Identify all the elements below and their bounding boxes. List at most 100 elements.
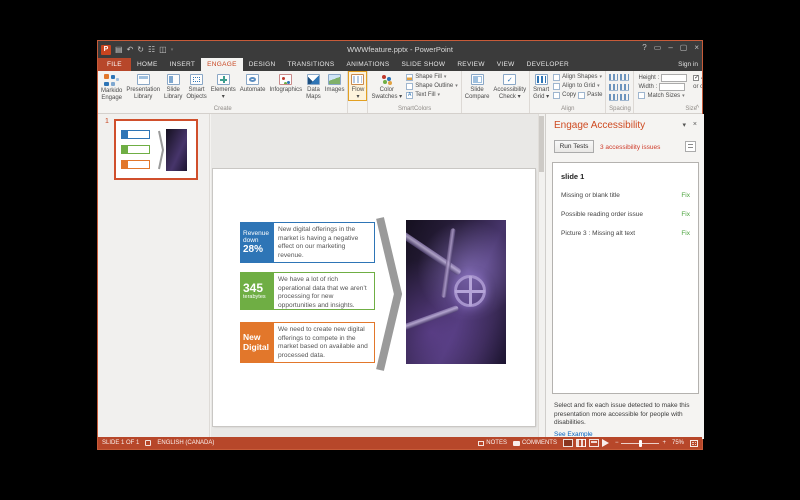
- slide-editing-area[interactable]: Revenue down 28% New digital offerings i…: [211, 114, 545, 439]
- slide-shape-revenue[interactable]: Revenue down 28% New digital offerings i…: [240, 222, 375, 263]
- aspect-ratio-checkbox[interactable]: ✓: [693, 75, 699, 81]
- slide-show-icon[interactable]: [601, 439, 609, 447]
- shape-fill-button[interactable]: Shape Fill ▾: [406, 74, 458, 81]
- canvas-scrollbar[interactable]: [538, 114, 545, 439]
- touch-mode-icon[interactable]: ☷: [148, 45, 155, 55]
- spacing-remove-icon[interactable]: [620, 94, 630, 101]
- window-controls: ? ▭ – ▢ ×: [642, 43, 699, 52]
- pane-title: Engage Accessibility: [554, 120, 646, 131]
- zoom-slider-thumb[interactable]: [638, 439, 642, 447]
- help-icon[interactable]: ?: [642, 43, 646, 52]
- tab-view[interactable]: VIEW: [491, 58, 521, 71]
- elements-button[interactable]: Elements ▾: [209, 72, 238, 100]
- restore-icon[interactable]: ▢: [680, 43, 688, 52]
- spacing-horizontal-icon[interactable]: [609, 74, 619, 81]
- save-icon[interactable]: ▤: [115, 45, 123, 55]
- smart-grid-button[interactable]: Smart Grid ▾: [531, 72, 551, 100]
- pane-close-icon[interactable]: ×: [693, 121, 697, 128]
- align-shapes-button[interactable]: Align Shapes ▾: [553, 74, 602, 81]
- issue-row[interactable]: Missing or blank title Fix: [561, 189, 690, 201]
- collapse-ribbon-icon[interactable]: ^: [696, 105, 699, 112]
- smart-objects-button[interactable]: Smart Objects: [184, 72, 208, 100]
- copy-button[interactable]: Copy: [562, 92, 576, 99]
- redo-icon[interactable]: ↻: [137, 45, 144, 55]
- run-tests-button[interactable]: Run Tests: [554, 140, 594, 153]
- tab-home[interactable]: HOME: [131, 58, 164, 71]
- chevron-arrow-shape[interactable]: [373, 214, 405, 374]
- images-button[interactable]: Images: [323, 72, 347, 94]
- fix-link[interactable]: Fix: [681, 211, 690, 218]
- infographics-button[interactable]: Infographics: [267, 72, 304, 94]
- ribbon-display-options-icon[interactable]: ▭: [654, 43, 662, 52]
- tab-review[interactable]: REVIEW: [451, 58, 490, 71]
- zoom-slider[interactable]: [621, 439, 660, 447]
- close-icon[interactable]: ×: [694, 43, 699, 52]
- shape-outline-button[interactable]: Shape Outline ▾: [406, 83, 458, 90]
- customize-qat-icon[interactable]: ▾: [171, 45, 174, 55]
- slide-sorter-view-icon[interactable]: [575, 439, 586, 447]
- spacing-increase-icon[interactable]: [609, 84, 619, 91]
- presentation-library-button[interactable]: Presentation Library: [124, 72, 162, 100]
- spacing-decrease-icon[interactable]: [620, 84, 630, 91]
- tab-developer[interactable]: DEVELOPER: [521, 58, 575, 71]
- pane-menu-icon[interactable]: [685, 141, 696, 152]
- paste-button[interactable]: Paste: [587, 92, 602, 99]
- slide-shape-new-digital[interactable]: New Digital We need to create new digita…: [240, 322, 375, 363]
- align-to-grid-button[interactable]: Align to Grid ▾: [553, 83, 602, 90]
- slide-compare-button[interactable]: Slide Compare: [463, 72, 492, 100]
- shape-text: 28%: [243, 244, 264, 255]
- spacing-distribute-icon[interactable]: [609, 94, 619, 101]
- text-fill-button[interactable]: A Text Fill ▾: [406, 92, 458, 99]
- slide-indicator[interactable]: SLIDE 1 OF 1: [102, 440, 139, 446]
- width-input[interactable]: [659, 83, 686, 91]
- zoom-out-icon[interactable]: −: [615, 440, 619, 446]
- proofing-icon[interactable]: [145, 440, 152, 446]
- accessibility-check-button[interactable]: ✓ Accessibility Check ▾: [491, 72, 528, 100]
- sign-in-link[interactable]: Sign in: [678, 58, 698, 71]
- tab-slide-show[interactable]: SLIDE SHOW: [396, 58, 452, 71]
- tab-design[interactable]: DESIGN: [243, 58, 282, 71]
- tab-transitions[interactable]: TRANSITIONS: [282, 58, 341, 71]
- zoom-level[interactable]: 75%: [672, 440, 684, 446]
- slide-library-button[interactable]: Slide Library: [162, 72, 184, 100]
- pane-options-icon[interactable]: ▾: [682, 121, 686, 129]
- ribbon: Markido Engage Presentation Library Slid…: [98, 71, 702, 114]
- share-icon[interactable]: ◫: [159, 45, 167, 55]
- main-area: 1 Revenue down 28% New digital offerings…: [98, 114, 704, 439]
- fit-slide-to-window-icon[interactable]: [690, 439, 698, 447]
- flow-button[interactable]: Flow ▾: [348, 71, 368, 101]
- issue-row[interactable]: Picture 3 : Missing alt text Fix: [561, 227, 690, 239]
- notes-button[interactable]: NOTES: [478, 440, 507, 446]
- tab-file[interactable]: FILE: [98, 58, 131, 71]
- fix-link[interactable]: Fix: [681, 192, 690, 199]
- height-input[interactable]: [661, 74, 688, 82]
- comments-button[interactable]: COMMENTS: [512, 440, 557, 446]
- match-sizes-button[interactable]: Match Sizes: [647, 93, 680, 99]
- spacing-vertical-icon[interactable]: [620, 74, 630, 81]
- color-swatches-button[interactable]: Color Swatches ▾: [369, 72, 404, 100]
- slide-picture-vault[interactable]: [406, 220, 506, 364]
- tab-insert[interactable]: INSERT: [164, 58, 202, 71]
- minimize-icon[interactable]: –: [668, 43, 672, 52]
- issue-row[interactable]: Possible reading order issue Fix: [561, 208, 690, 220]
- language-indicator[interactable]: ENGLISH (CANADA): [157, 440, 214, 446]
- powerpoint-logo-icon[interactable]: P: [101, 44, 111, 55]
- undo-icon[interactable]: ↶: [127, 45, 134, 55]
- reading-view-icon[interactable]: [588, 439, 599, 447]
- quick-access-toolbar: P ▤ ↶ ↻ ☷ ◫ ▾: [98, 44, 174, 55]
- fix-link[interactable]: Fix: [681, 230, 690, 237]
- slide-shape-terabytes[interactable]: 345 terabytes We have a lot of rich oper…: [240, 272, 375, 310]
- zoom-in-icon[interactable]: +: [662, 440, 666, 446]
- automate-button[interactable]: Automate: [238, 72, 268, 94]
- data-maps-button[interactable]: Data Maps: [304, 72, 323, 100]
- window-title: WWWfeature.pptx - PowerPoint: [347, 45, 453, 54]
- slide-canvas[interactable]: Revenue down 28% New digital offerings i…: [213, 169, 535, 426]
- normal-view-icon[interactable]: [562, 439, 573, 447]
- tab-animations[interactable]: ANIMATIONS: [341, 58, 396, 71]
- status-bar: SLIDE 1 OF 1 ENGLISH (CANADA) NOTES COMM…: [98, 437, 702, 449]
- markido-engage-button[interactable]: Markido Engage: [99, 72, 124, 101]
- slide-1-thumbnail[interactable]: [114, 119, 198, 180]
- scrollbar-thumb[interactable]: [539, 116, 544, 172]
- color-swatches-icon: [380, 74, 393, 85]
- tab-engage[interactable]: ENGAGE: [201, 58, 243, 71]
